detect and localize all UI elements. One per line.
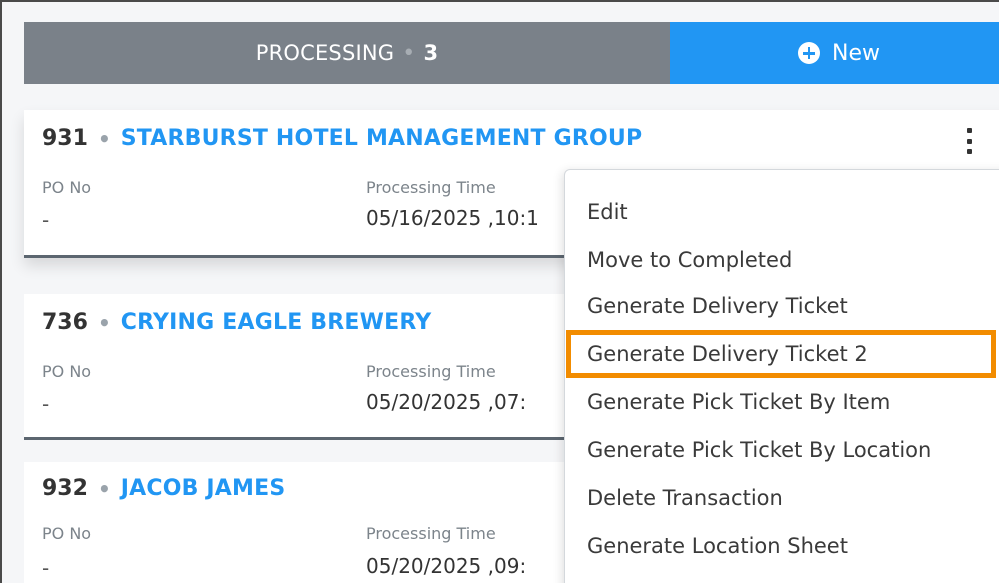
processing-count: 3: [423, 41, 439, 65]
po-value: -: [42, 392, 50, 416]
processing-label: PROCESSING: [255, 41, 395, 65]
processing-time-label: Processing Time: [366, 362, 496, 381]
kebab-menu-icon[interactable]: [964, 128, 974, 154]
header-separator: •: [97, 476, 111, 501]
menu-item-generate-pick-ticket-by-item[interactable]: Generate Pick Ticket By Item: [587, 390, 890, 414]
processing-time-label: Processing Time: [366, 178, 496, 197]
card-header: 736 • CRYING EAGLE BREWERY: [42, 310, 431, 335]
menu-item-move-to-completed[interactable]: Move to Completed: [587, 248, 792, 272]
highlight-box: [566, 330, 996, 378]
processing-time-value: 05/16/2025 ,10:1: [366, 206, 539, 230]
transaction-number: 736: [42, 310, 88, 335]
status-header: PROCESSING • 3 New: [24, 22, 999, 84]
header-separator: •: [97, 126, 111, 151]
app-frame: PROCESSING • 3 New 931 • STARBURST HOTEL…: [0, 0, 999, 583]
card-header: 931 • STARBURST HOTEL MANAGEMENT GROUP: [42, 126, 642, 151]
card-header: 932 • JACOB JAMES: [42, 476, 285, 501]
po-value: -: [42, 556, 50, 580]
plus-circle-icon: [798, 42, 820, 64]
customer-name-link[interactable]: JACOB JAMES: [121, 476, 286, 501]
processing-time-label: Processing Time: [366, 524, 496, 543]
processing-tab[interactable]: PROCESSING • 3: [24, 22, 670, 84]
processing-time-value: 05/20/2025 ,09:: [366, 554, 527, 578]
header-separator: •: [97, 310, 111, 335]
po-label: PO No: [42, 362, 92, 381]
menu-item-generate-pick-ticket-by-location[interactable]: Generate Pick Ticket By Location: [587, 438, 931, 462]
po-value: -: [42, 208, 50, 232]
menu-item-generate-location-sheet[interactable]: Generate Location Sheet: [587, 534, 848, 558]
transaction-number: 931: [42, 126, 88, 151]
transaction-number: 932: [42, 476, 88, 501]
menu-item-edit[interactable]: Edit: [587, 200, 628, 224]
new-button[interactable]: New: [670, 22, 999, 84]
customer-name-link[interactable]: STARBURST HOTEL MANAGEMENT GROUP: [121, 126, 643, 151]
processing-separator: •: [402, 40, 416, 66]
po-label: PO No: [42, 178, 92, 197]
customer-name-link[interactable]: CRYING EAGLE BREWERY: [121, 310, 432, 335]
processing-time-value: 05/20/2025 ,07:: [366, 390, 527, 414]
new-button-label: New: [832, 40, 880, 66]
menu-item-generate-delivery-ticket[interactable]: Generate Delivery Ticket: [587, 294, 848, 318]
menu-item-delete-transaction[interactable]: Delete Transaction: [587, 486, 783, 510]
po-label: PO No: [42, 524, 92, 543]
